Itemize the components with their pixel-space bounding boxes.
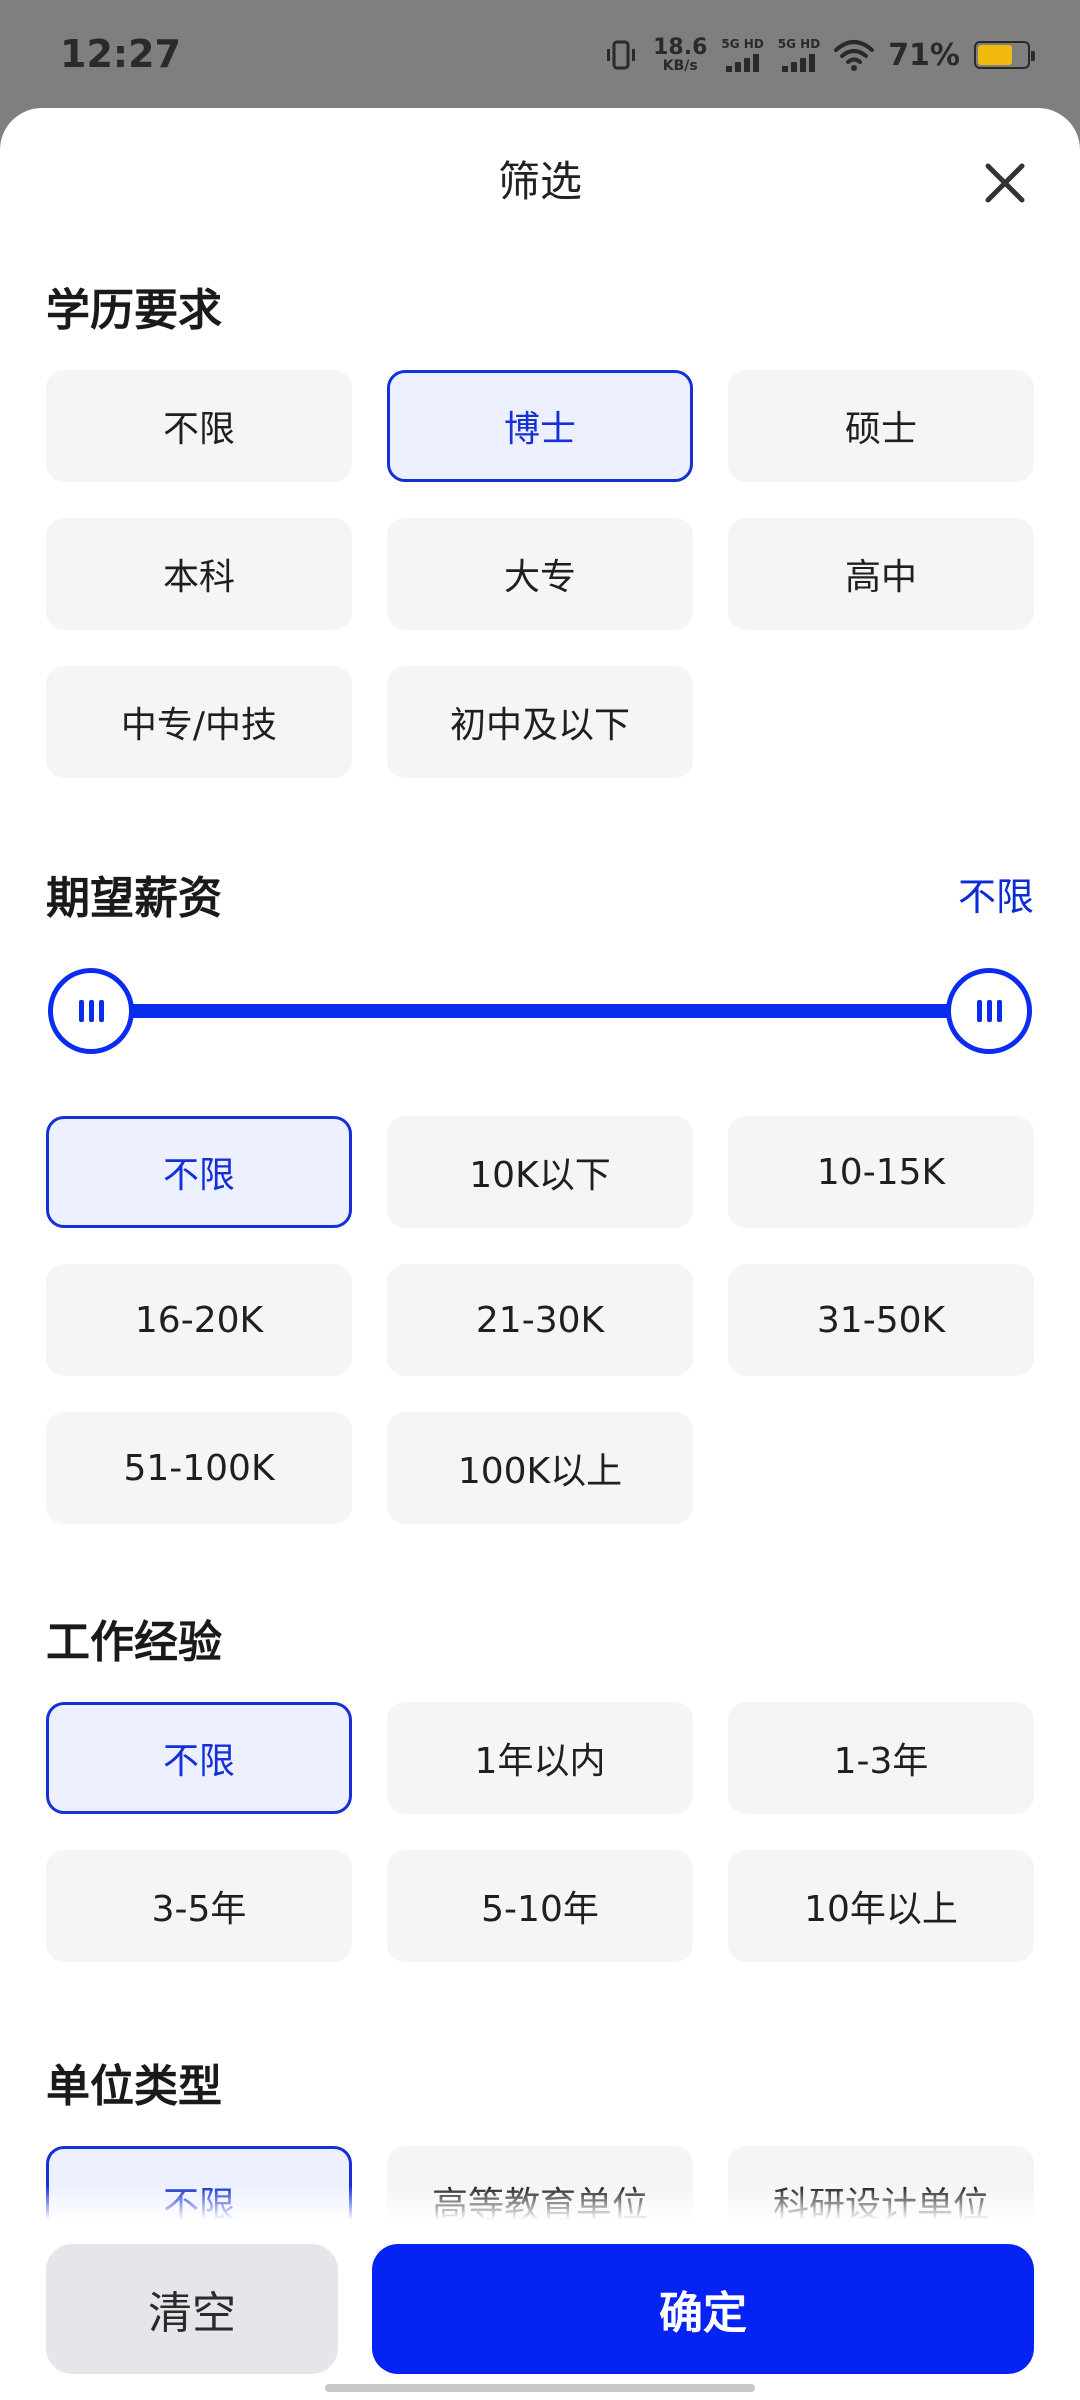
experience-option-any[interactable]: 不限 (46, 1702, 352, 1814)
education-option-junior[interactable]: 初中及以下 (387, 666, 693, 778)
education-option-college[interactable]: 大专 (387, 518, 693, 630)
vibrate-icon (607, 40, 636, 70)
speed-value: 18.6 (653, 35, 708, 60)
salary-value-label: 不限 (957, 875, 1034, 919)
sheet-title: 筛选 (497, 157, 582, 206)
experience-option-under-1y[interactable]: 1年以内 (387, 1702, 693, 1814)
experience-option-1-3y[interactable]: 1-3年 (728, 1702, 1034, 1814)
education-option-any[interactable]: 不限 (46, 370, 352, 482)
wifi-icon (834, 40, 875, 71)
home-indicator[interactable] (325, 2384, 755, 2392)
status-icons: 18.6 KB/s 5G HD 5G HD 71% (603, 30, 1035, 80)
status-time: 12:27 (60, 32, 181, 76)
experience-option-3-5y[interactable]: 3-5年 (46, 1850, 352, 1962)
experience-title: 工作经验 (46, 1617, 222, 1668)
salary-slider[interactable] (46, 960, 1034, 1060)
education-option-bachelor[interactable]: 本科 (46, 518, 352, 630)
salary-option-21-30k[interactable]: 21-30K (387, 1264, 693, 1376)
status-bar: 12:27 18.6 KB/s 5G HD 5G HD 71% (0, 0, 1080, 110)
battery-percent: 71% (888, 37, 960, 73)
education-option-vocational[interactable]: 中专/中技 (46, 666, 352, 778)
salary-option-any[interactable]: 不限 (46, 1116, 352, 1228)
close-icon[interactable] (980, 158, 1030, 208)
salary-option-31-50k[interactable]: 31-50K (728, 1264, 1034, 1376)
network-speed: 18.6 KB/s (653, 35, 708, 74)
signal-2-label: 5G HD (777, 37, 821, 51)
salary-option-above-100k[interactable]: 100K以上 (387, 1412, 693, 1524)
speed-unit: KB/s (662, 58, 698, 74)
unit-type-title: 单位类型 (46, 2061, 222, 2112)
filter-sheet: 筛选 学历要求 不限 博士 硕士 本科 大专 高中 中专/中技 初中及以下 期望… (0, 108, 1080, 2400)
salary-slider-min-handle-icon[interactable] (48, 968, 134, 1054)
salary-option-16-20k[interactable]: 16-20K (46, 1264, 352, 1376)
experience-option-over-10y[interactable]: 10年以上 (728, 1850, 1034, 1962)
signal-2-bars-icon (782, 54, 816, 72)
experience-option-5-10y[interactable]: 5-10年 (387, 1850, 693, 1962)
salary-title: 期望薪资 (46, 873, 222, 924)
confirm-button[interactable]: 确定 (372, 2244, 1034, 2374)
education-title: 学历要求 (46, 285, 222, 336)
salary-slider-max-handle-icon[interactable] (946, 968, 1032, 1054)
education-option-master[interactable]: 硕士 (728, 370, 1034, 482)
salary-option-51-100k[interactable]: 51-100K (46, 1412, 352, 1524)
bottom-action-bar: 清空 确定 (0, 2220, 1080, 2400)
clear-button[interactable]: 清空 (46, 2244, 338, 2374)
salary-option-10-15k[interactable]: 10-15K (728, 1116, 1034, 1228)
salary-slider-track[interactable] (86, 1004, 994, 1018)
signal-1: 5G HD (721, 37, 764, 72)
signal-1-label: 5G HD (721, 37, 764, 51)
education-option-highschool[interactable]: 高中 (728, 518, 1034, 630)
signal-2: 5G HD (778, 38, 820, 72)
bottom-fade (0, 2186, 1080, 2220)
salary-option-below-10k[interactable]: 10K以下 (387, 1116, 693, 1228)
education-option-phd[interactable]: 博士 (387, 370, 693, 482)
battery-icon (974, 41, 1035, 69)
signal-1-bars-icon (726, 54, 760, 72)
